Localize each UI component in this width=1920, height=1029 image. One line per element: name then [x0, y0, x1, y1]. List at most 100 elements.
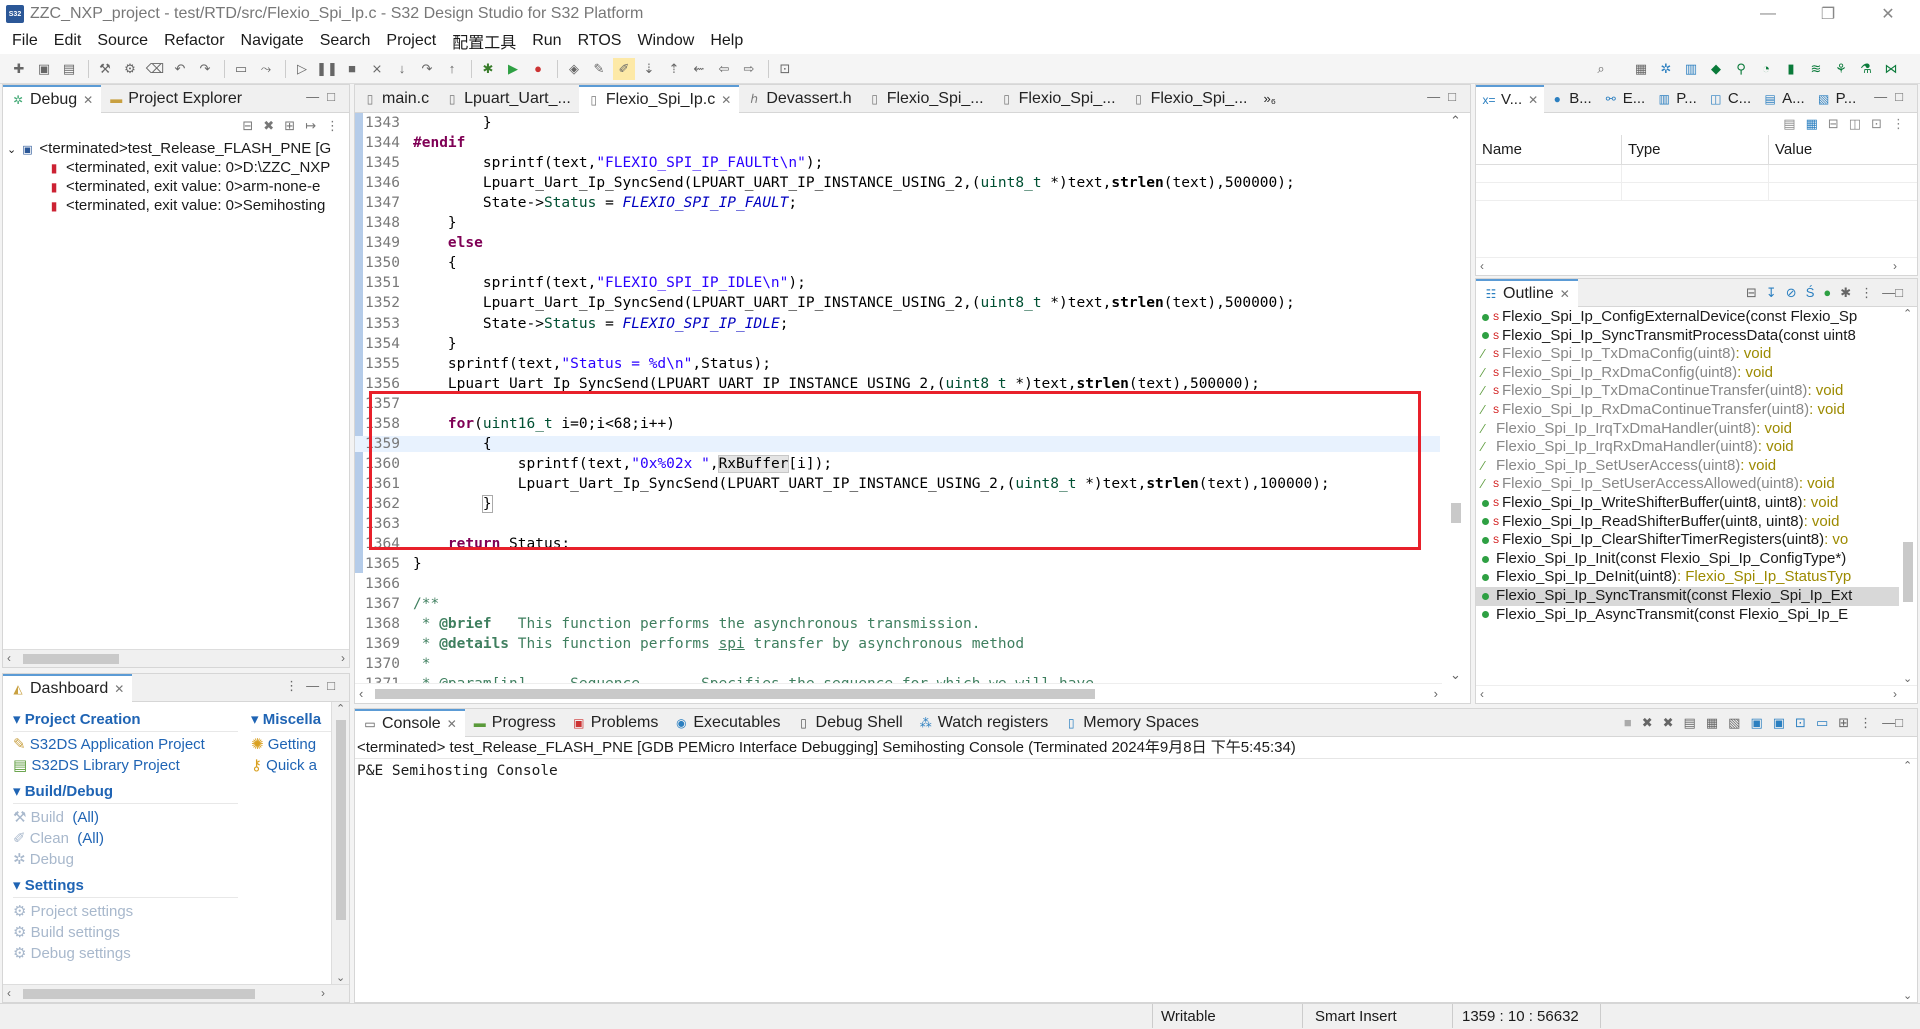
- pin-editor-icon[interactable]: ⊡: [774, 58, 796, 80]
- code-line[interactable]: 1366: [355, 576, 1440, 592]
- link-debug-settings[interactable]: ⚙ Debug settings: [13, 944, 238, 962]
- menu-file[interactable]: File: [4, 32, 46, 50]
- vertical-scrollbar[interactable]: ⌃ ⌄: [1442, 113, 1470, 683]
- editor-tab-flexio-spi-2[interactable]: ▯ Flexio_Spi_...: [992, 85, 1124, 113]
- outline-item[interactable]: S Flexio_Spi_Ip_ClearShifterTimerRegister…: [1476, 531, 1899, 550]
- code-line[interactable]: 1362 }: [355, 494, 1440, 513]
- tab-progress[interactable]: ▬ Progress: [465, 709, 564, 737]
- close-icon[interactable]: ✕: [447, 717, 457, 731]
- outline-item[interactable]: S Flexio_Spi_Ip_WriteShifterBuffer(uint8,…: [1476, 494, 1899, 513]
- minimize-icon[interactable]: —: [1740, 0, 1796, 28]
- code-line[interactable]: 1368 * @brief This function performs the…: [355, 616, 1440, 632]
- code-line[interactable]: 1355 sprintf(text,"Status = %d\n",Status…: [355, 356, 1440, 372]
- code-line[interactable]: 1345 sprintf(text,"FLEXIO_SPI_IP_FAULTt\…: [355, 155, 1440, 171]
- tab-watch-registers[interactable]: ⁂ Watch registers: [911, 709, 1057, 737]
- column-value[interactable]: Value: [1769, 135, 1899, 164]
- tab-project-explorer[interactable]: ▬ Project Explorer: [101, 85, 250, 113]
- tab-dashboard[interactable]: ◭ Dashboard ✕: [3, 673, 133, 702]
- forward-icon[interactable]: ⇨: [738, 58, 760, 80]
- clear-console-icon[interactable]: ▤: [1684, 715, 1696, 731]
- view-min-max-icon[interactable]: —□: [1874, 89, 1911, 104]
- horizontal-scrollbar[interactable]: ‹ ›: [3, 649, 349, 667]
- outline-item[interactable]: ⁄ S Flexio_Spi_Ip_RxDmaContinueTransfer(ui…: [1476, 401, 1899, 420]
- column-name[interactable]: Name: [1476, 135, 1622, 164]
- horizontal-scrollbar[interactable]: ‹ ›: [1476, 685, 1917, 703]
- ddr-perspective-icon[interactable]: ⚗: [1855, 58, 1877, 80]
- editor-tab-overflow[interactable]: »₆: [1256, 85, 1284, 113]
- clean-icon[interactable]: ⌫: [144, 58, 166, 80]
- show-logical-structure-icon[interactable]: ▦: [1806, 116, 1818, 132]
- section-project-creation[interactable]: ▾ Project Creation: [13, 710, 238, 728]
- menu-config-tools[interactable]: 配置工具: [444, 29, 524, 53]
- menu-source[interactable]: Source: [89, 32, 156, 50]
- view-menu-icon[interactable]: ⋮: [1859, 715, 1872, 731]
- outline-item[interactable]: ⁄ Flexio_Spi_Ip_SetUserAccess(uint8) : vo…: [1476, 457, 1899, 476]
- serdes-perspective-icon[interactable]: ⋈: [1880, 58, 1902, 80]
- outline-item[interactable]: S Flexio_Spi_Ip_ReadShifterBuffer(uint8, …: [1476, 513, 1899, 532]
- show-on-error-icon[interactable]: ▣: [1773, 715, 1785, 731]
- link-debug[interactable]: ✲ Debug: [13, 850, 238, 868]
- step-return-icon[interactable]: ↑: [441, 58, 463, 80]
- view-menu-icon[interactable]: ⋮: [1860, 285, 1873, 301]
- outline-item[interactable]: ⁄ S Flexio_Spi_Ip_TxDmaContinueTransfer(ui…: [1476, 382, 1899, 401]
- build-icon[interactable]: ⚒: [94, 58, 116, 80]
- code-line[interactable]: 1367 /**: [355, 596, 1440, 612]
- search-tool-icon[interactable]: ✎: [588, 58, 610, 80]
- view-min-max-icon[interactable]: —□: [1882, 285, 1903, 301]
- collapse-all-icon[interactable]: ⊟: [242, 118, 253, 134]
- tab-expressions[interactable]: ⚯ E...: [1598, 85, 1652, 113]
- code-line[interactable]: 1344 #endif: [355, 135, 1440, 151]
- tab-debug[interactable]: ✲ Debug ✕: [3, 84, 102, 113]
- save-icon[interactable]: ▣: [33, 58, 55, 80]
- scroll-lock-icon[interactable]: ▦: [1706, 715, 1718, 731]
- code-line[interactable]: 1351 sprintf(text,"FLEXIO_SPI_IP_IDLE\n"…: [355, 275, 1440, 291]
- code-line[interactable]: 1347 State->Status = FLEXIO_SPI_IP_FAULT…: [355, 195, 1440, 211]
- outline-item[interactable]: Flexio_Spi_Ip_DeInit(uint8) : Flexio_Spi…: [1476, 568, 1899, 587]
- code-line[interactable]: 1364 return Status;: [355, 536, 1440, 552]
- horizontal-scrollbar[interactable]: ‹ ›: [3, 984, 349, 1002]
- vertical-scrollbar[interactable]: ⌃ ⌄: [1899, 307, 1917, 685]
- link-build-all[interactable]: ⚒ Build (All): [13, 808, 238, 826]
- terminate-icon[interactable]: ■: [341, 58, 363, 80]
- tree-launch-item[interactable]: ⌄ ▣ <terminated>test_Release_FLASH_PNE [G: [3, 139, 349, 158]
- view-min-max-icon[interactable]: —□: [306, 89, 343, 104]
- resume-icon[interactable]: ▷: [291, 58, 313, 80]
- collapse-all-icon[interactable]: ⊟: [1828, 116, 1839, 132]
- tab-cores[interactable]: ◫ C...: [1703, 85, 1757, 113]
- link-quick-access[interactable]: ⚷ Quick a: [251, 756, 331, 774]
- editor-tab-devassert-h[interactable]: ℎ Devassert.h: [739, 85, 859, 113]
- close-icon[interactable]: ✕: [1560, 287, 1570, 301]
- code-line[interactable]: 1348 }: [355, 215, 1440, 231]
- view-min-max-icon[interactable]: —□: [1427, 89, 1464, 104]
- group-includes-icon[interactable]: ✱: [1840, 285, 1851, 301]
- outline-item[interactable]: ⁄ Flexio_Spi_Ip_IrqRxDmaHandler(uint8) : …: [1476, 438, 1899, 457]
- terminal-icon[interactable]: ▭: [230, 58, 252, 80]
- remove-terminated-icon[interactable]: ✖: [263, 118, 274, 134]
- code-line[interactable]: 1357: [355, 396, 1440, 412]
- outline-item[interactable]: Flexio_Spi_Ip_Init(const Flexio_Spi_Ip_C…: [1476, 550, 1899, 569]
- save-all-icon[interactable]: ▤: [58, 58, 80, 80]
- editor-tab-flexio-spi-3[interactable]: ▯ Flexio_Spi_...: [1124, 85, 1256, 113]
- vertical-scrollbar[interactable]: ⌃ ⌄: [331, 702, 349, 984]
- tree-process-item[interactable]: ▮ <terminated, exit value: 0>D:\ZZC_NXP: [3, 158, 349, 177]
- tab-outline[interactable]: ☷ Outline ✕: [1476, 278, 1578, 307]
- tab-memory-spaces[interactable]: ▯ Memory Spaces: [1056, 709, 1207, 737]
- highlight-icon[interactable]: ✐: [613, 57, 635, 80]
- layout-menu-icon[interactable]: ⊡: [1871, 116, 1882, 132]
- tree-process-item[interactable]: ▮ <terminated, exit value: 0>Semihosting: [3, 196, 349, 215]
- close-icon[interactable]: ✕: [83, 93, 93, 107]
- code-line[interactable]: 1359 {: [355, 435, 1440, 453]
- link-s32ds-library-project[interactable]: ▤ S32DS Library Project: [13, 756, 238, 774]
- display-console-icon[interactable]: ▭: [1816, 715, 1828, 731]
- suspend-icon[interactable]: ❚❚: [316, 58, 338, 80]
- outline-item[interactable]: Flexio_Spi_Ip_AsyncTransmit(const Flexio…: [1476, 606, 1899, 625]
- code-editor[interactable]: 1343 } 1344 #endif 1345 sprintf(text,"FLEXI…: [355, 113, 1440, 683]
- redo-icon[interactable]: ↷: [194, 58, 216, 80]
- tab-analysis[interactable]: ▤ A...: [1757, 85, 1811, 113]
- hide-non-public-icon[interactable]: ●: [1823, 285, 1831, 301]
- view-min-max-icon[interactable]: ⋮—□: [285, 678, 343, 694]
- expand-icon[interactable]: ⌄: [7, 144, 16, 156]
- dcd-perspective-icon[interactable]: ≋: [1805, 58, 1827, 80]
- tab-peripherals[interactable]: ▥ P...: [1651, 85, 1703, 113]
- prev-annotation-icon[interactable]: ⇡: [663, 58, 685, 80]
